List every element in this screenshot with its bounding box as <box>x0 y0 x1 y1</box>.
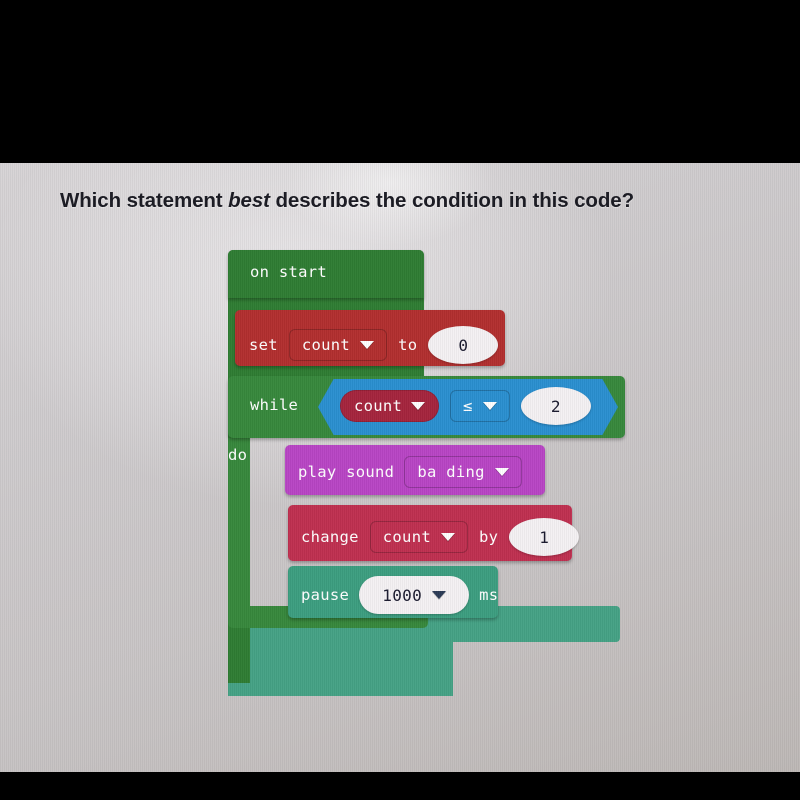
play-sound-block[interactable]: play sound ba ding <box>285 445 545 495</box>
set-value-input[interactable]: 0 <box>428 326 499 364</box>
pause-unit-label: ms <box>479 586 499 604</box>
while-do-label: do <box>228 446 248 464</box>
blocks-workspace[interactable]: on start set count to 0 while do count ≤… <box>0 163 800 772</box>
play-sound-keyword: play sound <box>298 463 395 481</box>
change-keyword: change <box>301 528 359 546</box>
chevron-down-icon <box>360 341 375 349</box>
change-variable-dropdown[interactable]: count <box>369 521 468 553</box>
change-variable-block[interactable]: change count by 1 <box>288 505 580 561</box>
pause-keyword: pause <box>301 586 350 604</box>
on-start-label: on start <box>250 263 328 281</box>
screenshot-stage: Which statement best describes the condi… <box>0 0 800 800</box>
chevron-down-icon <box>440 533 455 541</box>
change-connector: by <box>478 528 499 546</box>
condition-left-variable-name: count <box>354 397 403 415</box>
set-connector: to <box>398 336 418 354</box>
while-keyword: while <box>250 396 299 414</box>
letterbox-bottom-bar <box>0 772 800 800</box>
while-left-column <box>228 438 250 618</box>
set-variable-name: count <box>301 336 351 354</box>
comparison-operator: ≤ <box>463 397 473 415</box>
chevron-down-icon <box>432 591 447 599</box>
photographed-screen-area: Which statement best describes the condi… <box>0 163 800 772</box>
on-start-block[interactable]: on start <box>228 250 424 298</box>
condition-left-variable[interactable]: count <box>340 390 440 422</box>
set-variable-block[interactable]: set count to 0 <box>235 310 505 366</box>
change-variable-name: count <box>382 528 431 546</box>
chevron-down-icon <box>482 402 497 410</box>
pause-block[interactable]: pause 1000 ms <box>288 566 498 618</box>
set-keyword: set <box>249 336 278 354</box>
play-sound-dropdown[interactable]: ba ding <box>404 456 522 488</box>
letterbox-top-bar <box>0 0 800 163</box>
change-value-input[interactable]: 1 <box>509 518 580 556</box>
set-variable-dropdown[interactable]: count <box>288 329 388 361</box>
comparison-boolean-block[interactable]: count ≤ 2 <box>318 379 618 435</box>
comparison-operator-dropdown[interactable]: ≤ <box>450 390 510 422</box>
pause-duration-dropdown[interactable]: 1000 <box>359 576 470 614</box>
chevron-down-icon <box>411 402 426 410</box>
pause-duration-value: 1000 <box>382 585 423 605</box>
chevron-down-icon <box>494 468 509 476</box>
play-sound-value: ba ding <box>417 463 485 481</box>
condition-right-value[interactable]: 2 <box>520 387 591 425</box>
block-tail-secondary <box>228 642 453 696</box>
